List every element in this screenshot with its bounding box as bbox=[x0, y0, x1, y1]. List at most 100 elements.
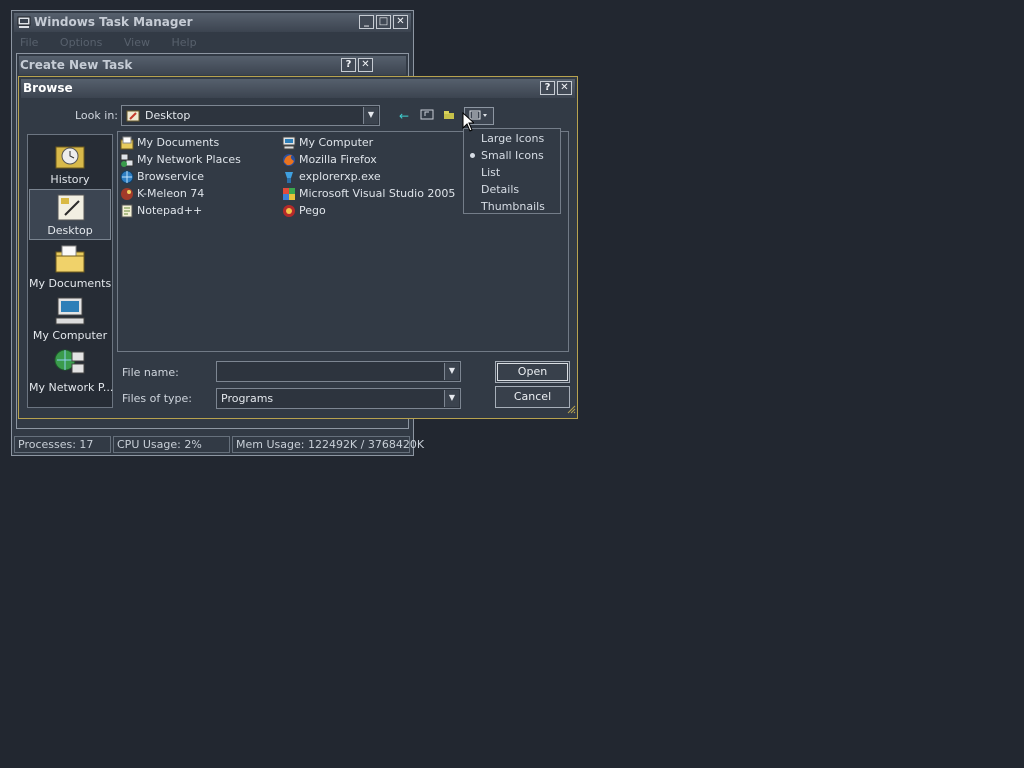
pego-icon bbox=[282, 204, 296, 218]
look-in-combo[interactable]: Desktop ▼ bbox=[121, 105, 380, 126]
my-computer-icon bbox=[55, 297, 85, 325]
my-documents-icon bbox=[120, 136, 134, 150]
place-history-label: History bbox=[50, 173, 90, 186]
menu-item-label: Small Icons bbox=[481, 149, 544, 162]
create-task-close-button[interactable]: ✕ bbox=[358, 58, 373, 72]
maximize-button[interactable]: □ bbox=[376, 15, 391, 29]
files-of-type-value: Programs bbox=[221, 392, 274, 405]
places-bar: History Desktop My Documents My Computer… bbox=[27, 134, 113, 408]
cancel-button[interactable]: Cancel bbox=[495, 386, 570, 408]
place-my-computer-label: My Computer bbox=[32, 329, 108, 342]
menu-item-label: List bbox=[481, 166, 501, 179]
files-of-type-label: Files of type: bbox=[122, 392, 193, 405]
browse-close-button[interactable]: ✕ bbox=[557, 81, 572, 95]
list-item-label: explorerxp.exe bbox=[299, 170, 381, 183]
desktop-small-icon bbox=[126, 109, 140, 126]
files-of-type-combo[interactable]: Programs ▼ bbox=[216, 388, 461, 409]
menu-item-small-icons[interactable]: Small Icons bbox=[464, 147, 560, 164]
close-button[interactable]: ✕ bbox=[393, 15, 408, 29]
list-item-label: My Documents bbox=[137, 136, 220, 149]
k-meleon-icon bbox=[120, 187, 134, 201]
create-task-title: Create New Task bbox=[20, 58, 133, 72]
mouse-cursor-icon bbox=[462, 111, 476, 135]
create-task-help-button[interactable]: ? bbox=[341, 58, 356, 72]
history-icon bbox=[55, 146, 85, 169]
menu-file[interactable]: File bbox=[20, 36, 38, 49]
menu-item-list[interactable]: List bbox=[464, 164, 560, 181]
explorerxp-icon bbox=[282, 170, 296, 184]
browse-help-button[interactable]: ? bbox=[540, 81, 555, 95]
list-item-label: My Network Places bbox=[137, 153, 241, 166]
list-item[interactable]: Pego bbox=[282, 204, 326, 220]
status-bar: Processes: 17 CPU Usage: 2% Mem Usage: 1… bbox=[14, 436, 424, 453]
list-item[interactable]: Microsoft Visual Studio 2005 bbox=[282, 187, 455, 203]
place-my-documents[interactable]: My Documents bbox=[29, 241, 111, 292]
look-in-label: Look in: bbox=[75, 109, 118, 122]
browservice-icon bbox=[120, 170, 134, 184]
menu-options[interactable]: Options bbox=[60, 36, 102, 49]
create-task-titlebar[interactable]: Create New Task ? ✕ bbox=[19, 56, 406, 75]
open-button[interactable]: Open bbox=[495, 361, 570, 383]
radio-selected-icon bbox=[470, 153, 475, 158]
my-documents-icon bbox=[55, 245, 85, 273]
status-mem: Mem Usage: 122492K / 3768420K bbox=[232, 436, 424, 453]
my-computer-icon bbox=[282, 136, 296, 150]
place-desktop[interactable]: Desktop bbox=[29, 189, 111, 240]
visual-studio-icon bbox=[282, 187, 296, 201]
my-network-places-icon bbox=[120, 153, 134, 167]
list-item[interactable]: Notepad++ bbox=[120, 204, 202, 220]
list-item-label: Pego bbox=[299, 204, 326, 217]
place-my-computer[interactable]: My Computer bbox=[29, 293, 111, 344]
list-item-label: Mozilla Firefox bbox=[299, 153, 377, 166]
chevron-down-icon[interactable]: ▼ bbox=[444, 363, 459, 380]
my-network-icon bbox=[54, 349, 85, 374]
chevron-down-icon[interactable]: ▼ bbox=[444, 390, 459, 407]
list-item-label: Notepad++ bbox=[137, 204, 203, 217]
menu-view[interactable]: View bbox=[124, 36, 150, 49]
menu-item-thumbnails[interactable]: Thumbnails bbox=[464, 198, 560, 215]
list-item[interactable]: K-Meleon 74 bbox=[120, 187, 204, 203]
task-manager-app-icon bbox=[17, 16, 31, 32]
list-item[interactable]: My Documents bbox=[120, 136, 219, 152]
firefox-icon bbox=[282, 153, 296, 167]
place-my-network[interactable]: My Network P... bbox=[29, 345, 114, 396]
notepad-plus-plus-icon bbox=[120, 204, 134, 218]
place-history[interactable]: History bbox=[29, 137, 111, 188]
list-item[interactable]: Browservice bbox=[120, 170, 204, 186]
menu-item-label: Large Icons bbox=[481, 132, 545, 145]
list-item-label: K-Meleon 74 bbox=[137, 187, 205, 200]
file-name-combo[interactable]: ▼ bbox=[216, 361, 461, 382]
desktop-icon bbox=[57, 194, 85, 221]
new-folder-icon[interactable] bbox=[440, 108, 458, 124]
up-folder-icon[interactable] bbox=[418, 108, 436, 124]
resize-grip-icon[interactable] bbox=[566, 404, 576, 417]
list-item[interactable]: My Computer bbox=[282, 136, 373, 152]
menu-item-large-icons[interactable]: Large Icons bbox=[464, 130, 560, 147]
browse-titlebar[interactable]: Browse ? ✕ bbox=[21, 79, 575, 98]
place-desktop-label: Desktop bbox=[47, 224, 93, 237]
list-item-label: Microsoft Visual Studio 2005 bbox=[299, 187, 456, 200]
place-my-documents-label: My Documents bbox=[29, 277, 112, 290]
status-processes: Processes: 17 bbox=[14, 436, 111, 453]
task-manager-menubar: File Options View Help bbox=[20, 36, 215, 49]
menu-item-label: Details bbox=[481, 183, 520, 196]
look-in-value: Desktop bbox=[145, 109, 191, 122]
place-my-network-label: My Network P... bbox=[29, 381, 114, 394]
minimize-button[interactable]: _ bbox=[359, 15, 374, 29]
view-popup-menu: Large Icons Small Icons List Details Thu… bbox=[463, 128, 561, 214]
chevron-down-icon[interactable]: ▼ bbox=[363, 107, 378, 124]
menu-item-label: Thumbnails bbox=[481, 200, 545, 213]
task-manager-titlebar[interactable]: Windows Task Manager _ □ ✕ bbox=[14, 13, 411, 32]
back-arrow-icon[interactable]: ← bbox=[395, 108, 413, 124]
status-cpu: CPU Usage: 2% bbox=[113, 436, 230, 453]
file-name-label: File name: bbox=[122, 366, 179, 379]
list-item[interactable]: My Network Places bbox=[120, 153, 241, 169]
list-item[interactable]: explorerxp.exe bbox=[282, 170, 381, 186]
browse-title: Browse bbox=[23, 81, 73, 95]
list-item-label: Browservice bbox=[137, 170, 204, 183]
menu-help[interactable]: Help bbox=[171, 36, 196, 49]
list-item[interactable]: Mozilla Firefox bbox=[282, 153, 377, 169]
task-manager-title: Windows Task Manager bbox=[34, 15, 193, 29]
list-item-label: My Computer bbox=[299, 136, 374, 149]
menu-item-details[interactable]: Details bbox=[464, 181, 560, 198]
